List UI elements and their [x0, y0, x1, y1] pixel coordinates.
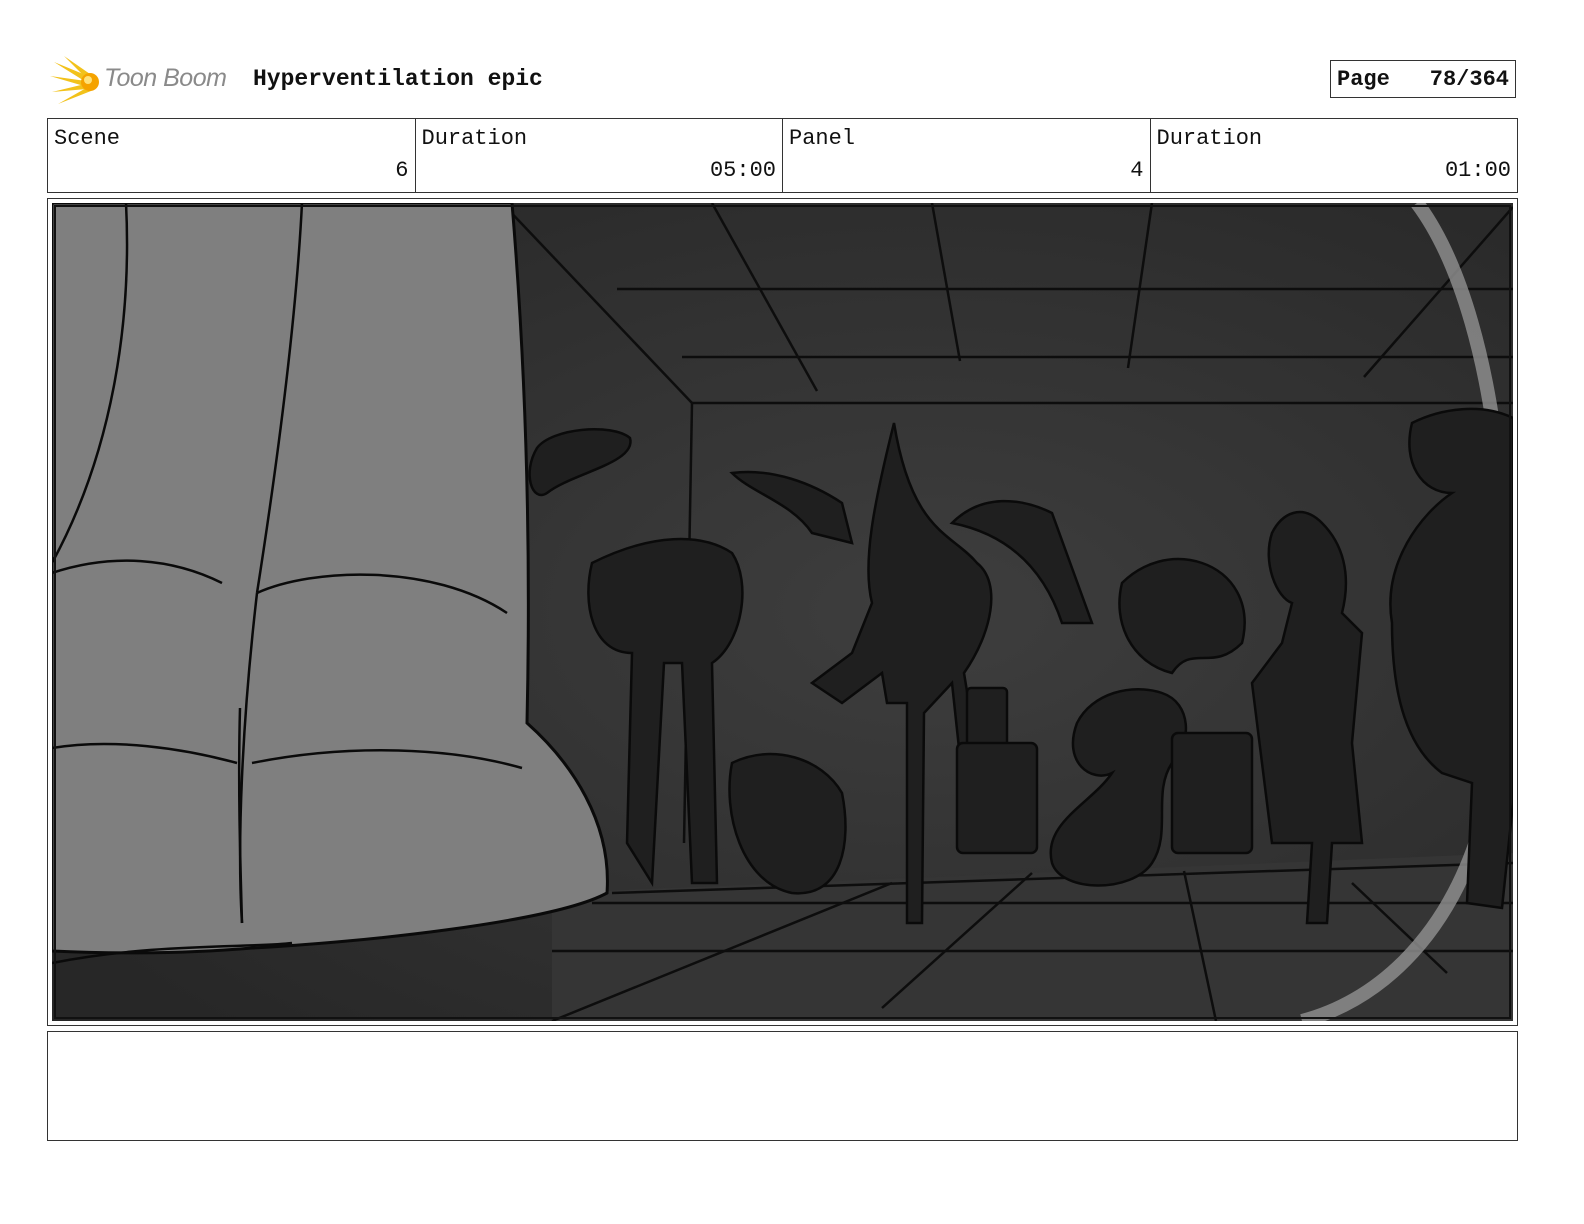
- storyboard-panel-drawing: [52, 203, 1513, 1021]
- scene-value: 6: [395, 158, 409, 183]
- storyboard-panel-frame: [47, 198, 1518, 1026]
- panel-duration-value: 01:00: [1444, 158, 1511, 183]
- scene-duration-cell: Duration 05:00: [416, 119, 783, 192]
- panel-notes-box: [47, 1031, 1518, 1141]
- scene-cell: Scene 6: [48, 119, 416, 192]
- page-indicator: Page 78/364: [1330, 60, 1516, 98]
- logo-wordmark: Toon Boom: [104, 64, 227, 92]
- panel-cell: Panel 4: [783, 119, 1151, 192]
- scene-label: Scene: [54, 126, 121, 151]
- page-label: Page: [1337, 66, 1390, 92]
- panel-value: 4: [1130, 158, 1144, 183]
- scene-info-row: Scene 6 Duration 05:00 Panel 4 Duration …: [47, 118, 1518, 193]
- panel-label: Panel: [789, 126, 856, 151]
- scene-duration-label: Duration: [421, 126, 528, 151]
- project-title: Hyperventilation epic: [253, 66, 543, 92]
- panel-duration-label: Duration: [1156, 126, 1263, 151]
- page-number: 78/364: [1429, 66, 1509, 92]
- panel-duration-cell: Duration 01:00: [1151, 119, 1518, 192]
- scene-duration-value: 05:00: [709, 158, 776, 183]
